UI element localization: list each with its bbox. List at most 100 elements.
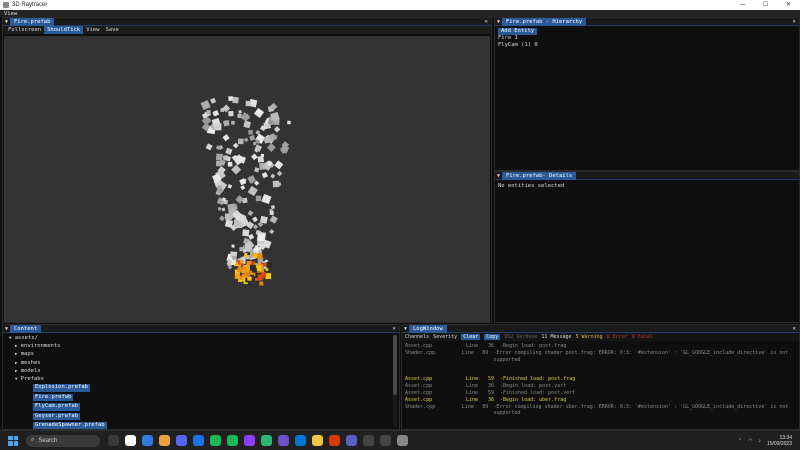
log-entry[interactable]: Asset.cpp Line 36 -Begin load: uber.frag <box>405 397 796 404</box>
collapse-icon[interactable]: ▼ <box>495 19 502 25</box>
tab-viewport[interactable]: Fire.prefab <box>10 18 55 26</box>
clear-button[interactable]: Clear <box>461 334 481 340</box>
log-src: Asset.cpp <box>405 383 433 390</box>
prefab-file[interactable]: Geyser.prefab <box>33 412 81 421</box>
window-title-bar: 3D Raytracer — ☐ ✕ <box>0 0 800 10</box>
log-spacer <box>405 363 796 376</box>
close-panel-icon[interactable]: ✕ <box>792 325 796 333</box>
close-panel-icon[interactable]: ✕ <box>792 18 796 26</box>
collapse-icon[interactable]: ▼ <box>495 173 502 179</box>
log-entry[interactable]: Asset.cpp Line 59 -Finished load: post.frag <box>405 376 796 383</box>
particle-cube <box>273 126 281 133</box>
taskbar-app-icon[interactable] <box>125 435 136 446</box>
scene-view[interactable] <box>4 36 490 322</box>
taskbar-app-icon[interactable] <box>329 435 340 446</box>
severity-menu[interactable]: Severity <box>433 334 457 340</box>
minimize-button[interactable]: — <box>731 0 754 10</box>
collapse-icon[interactable]: ▼ <box>402 326 409 332</box>
clock[interactable]: 13:34 15/09/2023 <box>767 435 792 447</box>
collapse-icon[interactable]: ▼ <box>3 326 10 332</box>
view-menu[interactable]: View <box>83 26 102 34</box>
tree-node[interactable]: ▼ Prefabs <box>9 375 393 383</box>
particle-cube <box>252 216 258 223</box>
particle-cube <box>277 182 282 186</box>
tree-node-label: assets/ <box>14 335 38 341</box>
particle-cube <box>222 155 229 161</box>
log-entry[interactable]: Shader.cpp Line 89 -Error compiling shader … <box>405 404 796 418</box>
scrollbar-thumb[interactable] <box>393 335 397 395</box>
close-panel-icon[interactable]: ✕ <box>392 325 396 333</box>
maximize-button[interactable]: ☐ <box>754 0 777 10</box>
warning-filter[interactable]: 5 Warning <box>576 334 603 340</box>
taskbar-app-icon[interactable] <box>176 435 187 446</box>
taskbar-app-icon[interactable] <box>159 435 170 446</box>
speaker-icon[interactable]: ♪ <box>758 438 761 444</box>
chevron-up-icon[interactable]: ⌃ <box>738 438 742 444</box>
system-tray: ⌃ ◠ ♪ 13:34 15/09/2023 <box>738 435 792 447</box>
log-entry[interactable]: Shader.cpp Line 89 -Error compiling shader … <box>405 350 796 364</box>
particle-cube <box>228 96 233 101</box>
tab-logwindow[interactable]: LogWindow <box>409 325 447 333</box>
tree-node[interactable]: ▼ assets/ <box>9 334 393 342</box>
prefab-file[interactable]: GrenadeSpawner.prefab <box>33 422 107 429</box>
prefab-file[interactable]: Fire.prefab <box>33 393 74 402</box>
channels-menu[interactable]: Channels <box>405 334 429 340</box>
wifi-icon[interactable]: ◠ <box>748 438 752 444</box>
chevron-right-icon[interactable]: ▶ <box>15 351 17 356</box>
tree-node[interactable]: ▶ models <box>9 367 393 375</box>
taskbar-app-icon[interactable] <box>142 435 153 446</box>
content-scrollbar[interactable] <box>393 335 397 427</box>
chevron-right-icon[interactable]: ▶ <box>15 343 17 348</box>
tree-node[interactable]: ▶ maps <box>9 350 393 358</box>
fatal-filter[interactable]: 0 Fatal <box>632 334 653 340</box>
log-entry[interactable]: Asset.cpp Line 36 -Begin load: post.frag <box>405 343 796 350</box>
close-panel-icon[interactable]: ✕ <box>484 18 488 26</box>
chevron-down-icon[interactable]: ▼ <box>15 376 17 381</box>
taskbar-app-icon[interactable] <box>380 435 391 446</box>
collapse-icon[interactable]: ▼ <box>3 19 10 25</box>
close-button[interactable]: ✕ <box>777 0 800 10</box>
log-entry[interactable]: Asset.cpp Line 59 -Finished load: post.vert <box>405 390 796 397</box>
tab-content[interactable]: Content <box>10 325 42 333</box>
taskbar-search[interactable]: ⌕ Search <box>26 434 100 447</box>
chevron-down-icon[interactable]: ▼ <box>9 335 11 340</box>
taskbar-app-icon[interactable] <box>244 435 255 446</box>
taskbar-app-icon[interactable] <box>193 435 204 446</box>
start-button[interactable] <box>8 435 18 446</box>
taskbar-app-icon[interactable] <box>397 435 408 446</box>
fullscreen-menu[interactable]: Fullscreen <box>5 26 44 34</box>
message-filter[interactable]: 11 Message <box>541 334 571 340</box>
viewport-tabbar: ▼ Fire.prefab ✕ <box>3 18 491 26</box>
copy-button[interactable]: Copy <box>484 334 501 340</box>
log-msg: -Begin load: post.vert <box>500 383 567 390</box>
taskbar-app-icon[interactable] <box>227 435 238 446</box>
save-menu[interactable]: Save <box>103 26 122 34</box>
taskbar-app-icon[interactable] <box>108 435 119 446</box>
taskbar-app-icon[interactable] <box>346 435 357 446</box>
tree-node[interactable]: ▶ environments <box>9 342 393 350</box>
taskbar-app-icon[interactable] <box>261 435 272 446</box>
shouldtick-menu[interactable]: ShouldTick <box>44 26 84 34</box>
log-entry[interactable]: Asset.cpp Line 36 -Begin load: post.vert <box>405 383 796 390</box>
taskbar-app-icon[interactable] <box>312 435 323 446</box>
particle-cube <box>231 164 242 175</box>
taskbar-app-icon[interactable] <box>210 435 221 446</box>
menu-view[interactable]: View <box>4 11 17 17</box>
add-entity-button[interactable]: Add Entity <box>498 28 538 35</box>
entity-item[interactable]: Fire 1 <box>498 35 796 42</box>
tree-node[interactable]: ▶ meshes <box>9 359 393 367</box>
prefab-file[interactable]: FlyCam.prefab <box>33 403 81 411</box>
taskbar-app-icon[interactable] <box>278 435 289 446</box>
prefab-file[interactable]: Explosion.prefab <box>33 384 90 392</box>
chevron-right-icon[interactable]: ▶ <box>15 368 17 373</box>
taskbar-app-icon[interactable] <box>295 435 306 446</box>
verbose-filter[interactable]: 932 Verbose <box>504 334 537 340</box>
error-filter[interactable]: 8 Error <box>607 334 628 340</box>
particle-cube <box>243 120 251 129</box>
taskbar-app-icon[interactable] <box>363 435 374 446</box>
chevron-right-icon[interactable]: ▶ <box>15 360 17 365</box>
entity-item[interactable]: FlyCam (1) 0 <box>498 42 796 49</box>
tab-hierarchy[interactable]: Fire.prefab - Hierarchy <box>502 18 587 26</box>
log-msg: -Begin load: uber.frag <box>500 396 567 403</box>
tab-details[interactable]: Fire.prefab- Details <box>502 172 577 180</box>
